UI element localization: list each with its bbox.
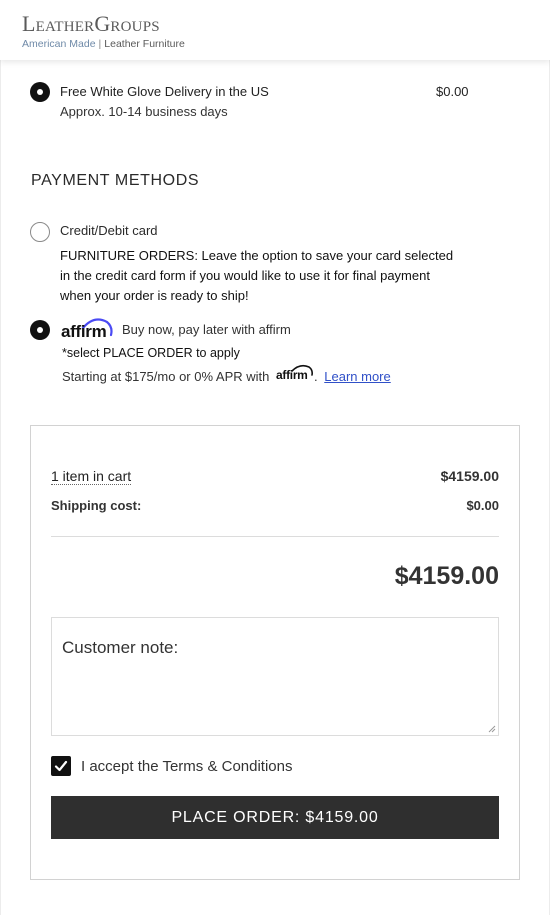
grand-total: $4159.00 [394, 562, 499, 590]
credit-card-note-line: FURNITURE ORDERS: Leave the option to sa… [60, 248, 454, 263]
logo-tagline-american-made: American Made [22, 38, 96, 50]
shipping-option-name: Free White Glove Delivery in the US [60, 84, 269, 99]
affirm-logo-text: affirm [61, 322, 107, 341]
logo-wordmark-text: LeatherGroups [22, 11, 160, 36]
cart-items-total: $4159.00 [440, 468, 499, 484]
shipping-option-radio[interactable] [30, 82, 50, 102]
logo-tagline-leather-furniture: Leather Furniture [104, 38, 185, 50]
logo-tagline-separator: | [98, 38, 102, 50]
shipping-cost-value: $0.00 [466, 498, 499, 513]
affirm-learn-more-link[interactable]: Learn more [324, 369, 390, 384]
logo-wordmark: LeatherGroups [22, 12, 185, 36]
terms-label[interactable]: I accept the Terms & Conditions [81, 758, 293, 775]
affirm-radio[interactable] [30, 320, 50, 340]
page-border-left [0, 0, 1, 915]
shipping-option-days: Approx. 10-14 business days [60, 104, 228, 119]
order-summary-box: 1 item in cart $4159.00 Shipping cost: $… [30, 425, 520, 880]
credit-card-note: FURNITURE ORDERS: Leave the option to sa… [60, 246, 470, 306]
terms-checkbox[interactable] [51, 756, 71, 776]
affirm-starting-at: Starting at $175/mo or 0% APR with affir… [62, 364, 391, 384]
summary-divider [51, 536, 499, 537]
credit-card-note-line: in the credit card form if you would lik… [60, 268, 430, 283]
customer-note-placeholder: Customer note: [62, 638, 179, 657]
place-order-button[interactable]: PLACE ORDER: $4159.00 [51, 796, 499, 839]
checkmark-icon [54, 760, 68, 772]
affirm-period: . [314, 369, 318, 384]
affirm-logo: affirm [61, 318, 113, 341]
credit-card-label[interactable]: Credit/Debit card [60, 223, 158, 238]
resize-handle-icon[interactable] [488, 725, 496, 733]
affirm-description: Buy now, pay later with affirm [122, 322, 291, 337]
affirm-inline-logo-text: affirm [276, 368, 308, 382]
affirm-starting-text: Starting at $175/mo or 0% APR with [62, 369, 270, 384]
shipping-option-price: $0.00 [436, 84, 469, 99]
affirm-inline-logo: affirm [276, 364, 314, 382]
site-logo[interactable]: LeatherGroups American Made | Leather Furn… [22, 12, 185, 51]
affirm-apply-note: *select PLACE ORDER to apply [62, 346, 240, 360]
site-header: LeatherGroups American Made | Leather Furn… [0, 0, 550, 60]
credit-card-radio[interactable] [30, 222, 50, 242]
payment-methods-title: PAYMENT METHODS [31, 172, 200, 189]
shipping-cost-label: Shipping cost: [51, 498, 142, 513]
customer-note-field[interactable]: Customer note: [51, 617, 499, 736]
cart-items-link[interactable]: 1 item in cart [51, 468, 132, 485]
logo-tagline: American Made | Leather Furniture [22, 38, 185, 50]
credit-card-note-line: when your order is ready to ship! [60, 288, 249, 303]
